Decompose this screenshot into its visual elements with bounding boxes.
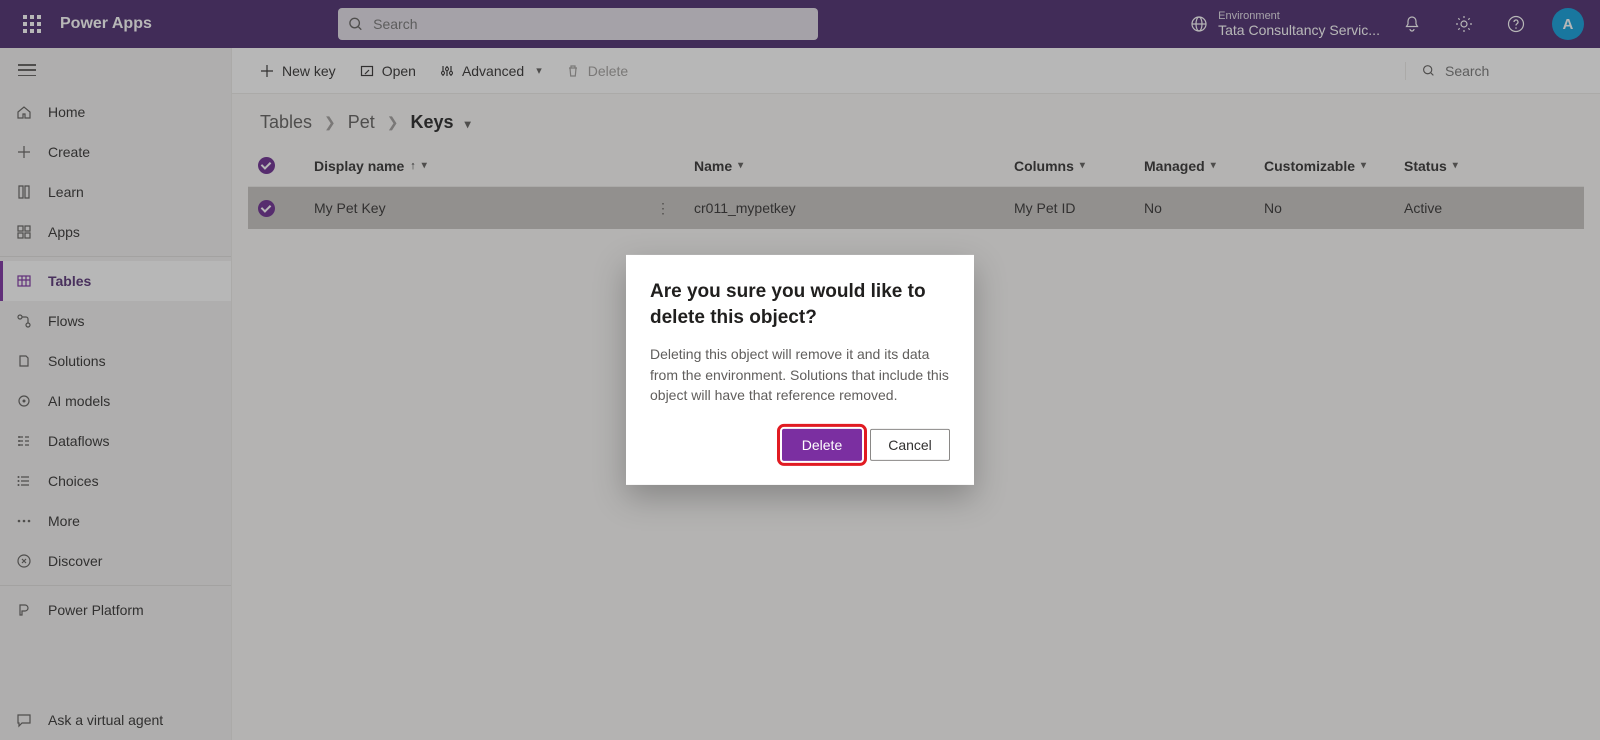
dialog-title: Are you sure you would like to delete th… (650, 279, 950, 330)
dialog-body: Deleting this object will remove it and … (650, 344, 950, 405)
dialog-cancel-button[interactable]: Cancel (870, 429, 950, 461)
confirm-delete-dialog: Are you sure you would like to delete th… (626, 255, 974, 485)
dialog-delete-button[interactable]: Delete (782, 429, 862, 461)
